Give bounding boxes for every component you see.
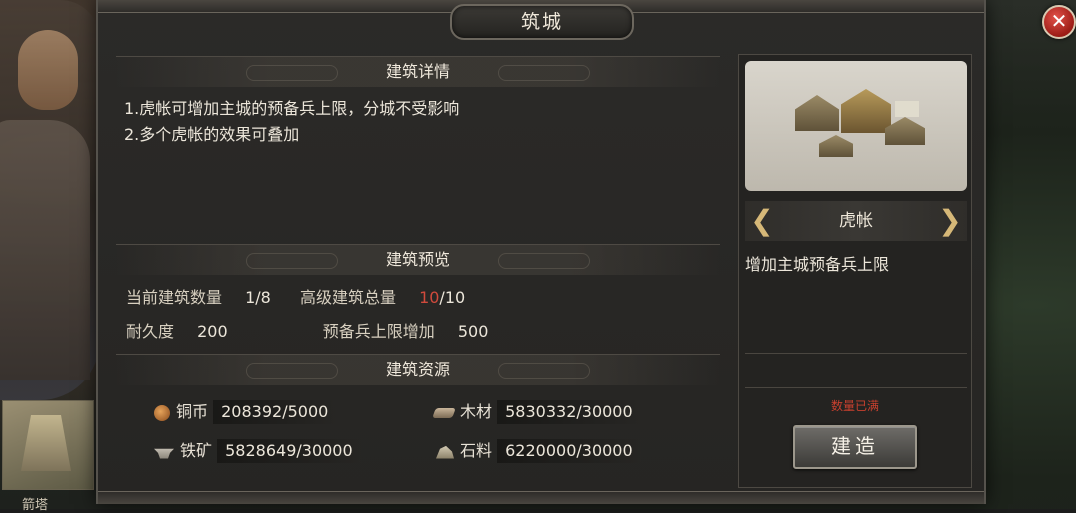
building-name: 虎帐 [839,211,873,231]
resource-stone-name: 石料 [460,441,493,460]
building-tent-3 [885,117,925,145]
preview-header: 建筑预览 [116,244,720,275]
close-icon: ✕ [1050,9,1068,33]
character-portrait [0,0,100,400]
resource-stone-value: 6220000/30000 [497,439,641,463]
preview-row-2: 耐久度 200 预备兵上限增加 500 [126,318,488,342]
next-building-button[interactable]: ❯ [937,205,963,237]
dialog-title: 筑城 [450,4,634,40]
copper-coin-icon [154,404,170,421]
preview-row-1: 当前建筑数量 1/8 高级建筑总量 10/10 [126,284,465,308]
iron-ore-icon [154,448,174,459]
resource-wood-value: 5830332/30000 [497,400,641,424]
arrow-tower-thumbnail[interactable] [2,400,94,490]
resource-stone: 石料 6220000/30000 [434,439,656,463]
close-button[interactable]: ✕ [1042,5,1076,39]
resource-wood: 木材 5830332/30000 [432,400,656,424]
details-line-2: 2.多个虎帐的效果可叠加 [124,125,300,144]
current-count-value: 1/8 [245,288,271,307]
resource-iron-value: 5828649/30000 [217,439,361,463]
resource-copper-value: 208392/5000 [213,400,337,424]
panel-divider-2 [745,387,967,388]
building-image [745,61,967,191]
building-tent-1 [795,95,839,131]
left-panel: 建筑详情 1.虎帐可增加主城的预备兵上限，分城不受影响 2.多个虎帐的效果可叠加… [116,56,720,486]
details-line-1: 1.虎帐可增加主城的预备兵上限，分城不受影响 [124,99,460,118]
details-header: 建筑详情 [116,56,720,87]
reserve-label: 预备兵上限增加 [322,322,435,341]
resources-header: 建筑资源 [116,354,720,385]
resource-iron: 铁矿 5828649/30000 [154,439,376,463]
building-tent-4 [819,135,853,157]
durability-value: 200 [197,322,228,341]
tower-image [21,415,71,471]
status-text: 数量已满 [830,399,879,413]
current-count-label: 当前建筑数量 [126,288,223,307]
resource-iron-name: 铁矿 [180,441,213,460]
panel-divider-1 [745,353,967,354]
building-tent-2 [841,89,891,133]
building-weapons-rack [895,101,919,117]
chevron-right-icon: ❯ [938,204,962,237]
reserve-value: 500 [457,322,489,341]
building-panel: ❮ 虎帐 ❯ 增加主城预备兵上限 数量已满 建造 [738,54,972,488]
advanced-total-label: 高级建筑总量 [299,288,396,307]
build-dialog: 筑城 ✕ 建筑详情 1.虎帐可增加主城的预备兵上限，分城不受影响 2.多个虎帐的… [96,0,1076,504]
building-description: 增加主城预备兵上限 [745,255,890,274]
durability-label: 耐久度 [126,322,175,341]
resource-wood-name: 木材 [460,402,493,421]
resource-copper: 铜币 208392/5000 [154,400,376,424]
character-robe [0,120,90,380]
advanced-total-current: 10 [419,288,440,307]
details-text: 1.虎帐可增加主城的预备兵上限，分城不受影响 2.多个虎帐的效果可叠加 [124,96,459,148]
dialog-frame-bottom [98,491,984,504]
advanced-total-max: /10 [439,288,466,307]
stone-icon [436,445,454,459]
arrow-tower-label: 箭塔 [22,498,49,513]
resource-copper-name: 铜币 [176,402,209,421]
build-button[interactable]: 建造 [793,425,917,469]
character-face [18,30,78,110]
building-nav: ❮ 虎帐 ❯ [745,201,967,241]
wood-icon [432,407,456,418]
